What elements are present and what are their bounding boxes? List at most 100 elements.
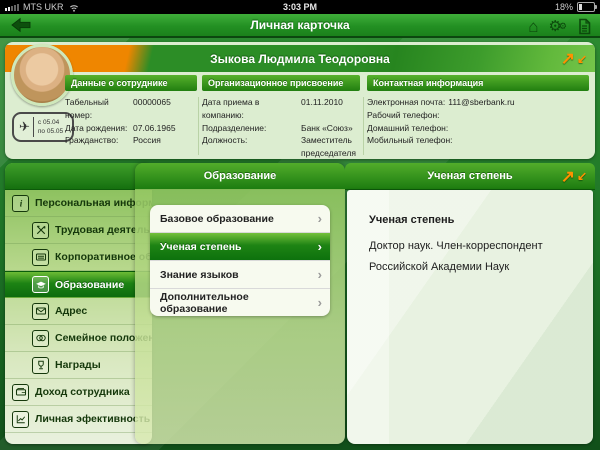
detail-line: Доктор наук. Член-корреспондент xyxy=(369,236,573,257)
detail-card: Ученая степень Доктор наук. Член-корресп… xyxy=(347,190,593,444)
org-assignment-panel: Организационное присвоение Дата приема в… xyxy=(202,75,360,159)
sidebar-item-label: Доход сотрудника xyxy=(35,386,130,398)
info-row: Дата рождения:07.06.1965 xyxy=(65,122,197,135)
sidebar-item-personal-performance[interactable]: Личная эфективность xyxy=(5,406,152,433)
detail-panel: Ученая степень ↗ ↙ Ученая степень Доктор… xyxy=(345,163,595,444)
info-row: Мобильный телефон: xyxy=(367,134,589,147)
submenu-body: Базовое образование › Ученая степень › З… xyxy=(135,189,345,444)
submenu-list: Базовое образование › Ученая степень › З… xyxy=(150,205,330,316)
row-label: Дата приема в компанию: xyxy=(202,96,301,122)
row-label: Табельный номер: xyxy=(65,96,133,122)
row-value: 111@sberbank.ru xyxy=(448,96,514,109)
wallet-icon xyxy=(12,384,29,401)
chart-icon xyxy=(12,411,29,428)
chevron-right-icon: › xyxy=(318,211,322,226)
app-screen: MTS UKR 3:03 PM 18% Личная карточка ⌂ ⚙⚙ xyxy=(0,0,600,450)
trophy-icon xyxy=(32,357,49,374)
chevron-right-icon: › xyxy=(318,295,322,310)
panel-title: Организационное присвоение xyxy=(202,75,360,91)
sidebar-header xyxy=(5,163,152,190)
info-row: Дата приема в компанию:01.11.2010 xyxy=(202,96,360,122)
row-label: Мобильный телефон: xyxy=(367,134,453,147)
detail-title-label: Ученая степень xyxy=(427,170,512,182)
submenu-title: Образование xyxy=(135,163,345,190)
training-icon xyxy=(32,249,49,266)
submenu-item-additional-education[interactable]: Дополнительное образование › xyxy=(150,289,330,316)
arrow-down-left-icon: ↙ xyxy=(577,53,587,65)
submenu-item-label: Знание языков xyxy=(160,269,239,281)
rings-icon xyxy=(32,330,49,347)
detail-heading: Ученая степень xyxy=(369,214,573,226)
row-label: Рабочий телефон: xyxy=(367,109,440,122)
document-icon xyxy=(577,18,592,35)
work-icon xyxy=(32,222,49,239)
info-row: Гражданство:Россия xyxy=(65,134,197,147)
submenu-item-academic-degree[interactable]: Ученая степень › xyxy=(150,233,330,261)
sidebar-item-employee-income[interactable]: Доход сотрудника xyxy=(5,379,152,406)
row-label: Дата рождения: xyxy=(65,122,133,135)
home-button[interactable]: ⌂ xyxy=(528,18,538,35)
info-row: Электронная почта:111@sberbank.ru xyxy=(367,96,589,109)
badge-divider xyxy=(33,117,34,137)
row-label: Подразделение: xyxy=(202,122,301,135)
info-row: Домашний телефон: xyxy=(367,122,589,135)
svg-text:i: i xyxy=(19,198,22,208)
sidebar-item-work-activity[interactable]: Трудовая деятельность xyxy=(5,217,152,244)
sidebar-item-personal-info[interactable]: i Персональная информация xyxy=(5,190,152,217)
avatar xyxy=(11,44,73,106)
envelope-icon xyxy=(32,303,49,320)
row-label: Электронная почта: xyxy=(367,96,445,109)
collapse-detail-button[interactable]: ↗ ↙ xyxy=(561,163,587,189)
row-value: Россия xyxy=(133,134,161,147)
employee-data-panel: Данные о сотруднике Табельный номер:0000… xyxy=(65,75,197,147)
arrow-up-right-icon: ↗ xyxy=(561,168,575,185)
sidebar-item-education[interactable]: Образование xyxy=(5,271,152,298)
row-value: 00000065 xyxy=(133,96,171,122)
submenu-item-languages[interactable]: Знание языков › xyxy=(150,261,330,289)
info-row: Подразделение:Банк «Союз» xyxy=(202,122,360,135)
info-row: Табельный номер:00000065 xyxy=(65,96,197,122)
battery-icon xyxy=(577,2,595,12)
submenu-item-basic-education[interactable]: Базовое образование › xyxy=(150,205,330,233)
profile-header-card: Зыкова Людмила Теодоровна ↗ ↙ ✈ с 05.04 … xyxy=(5,42,595,159)
sidebar-item-awards[interactable]: Награды xyxy=(5,352,152,379)
panel-title: Контактная информация xyxy=(367,75,589,91)
row-label: Домашний телефон: xyxy=(367,122,448,135)
panel-title: Данные о сотруднике xyxy=(65,75,197,91)
arrow-down-left-icon: ↙ xyxy=(577,170,587,182)
education-submenu-panel: Образование Базовое образование › Ученая… xyxy=(135,163,345,444)
employee-name-band: Зыкова Людмила Теодоровна ↗ ↙ xyxy=(5,45,595,72)
vacation-from: с 05.04 xyxy=(38,119,59,126)
row-value: Банк «Союз» xyxy=(301,122,360,135)
submenu-item-label: Дополнительное образование xyxy=(160,291,318,315)
row-value: 07.06.1965 xyxy=(133,122,176,135)
document-button[interactable] xyxy=(577,18,592,35)
detail-title: Ученая степень ↗ ↙ xyxy=(345,163,595,190)
collapse-header-button[interactable]: ↗ ↙ xyxy=(561,45,587,72)
panel-divider xyxy=(363,97,364,155)
info-row: Рабочий телефон: xyxy=(367,109,589,122)
sidebar-item-label: Образование xyxy=(55,279,124,291)
sidebar-item-address[interactable]: Адрес xyxy=(5,298,152,325)
submenu-item-label: Базовое образование xyxy=(160,213,274,225)
row-label: Гражданство: xyxy=(65,134,133,147)
arrow-up-right-icon: ↗ xyxy=(561,50,575,67)
back-button[interactable] xyxy=(8,16,34,34)
status-bar: MTS UKR 3:03 PM 18% xyxy=(0,0,600,14)
info-icon: i xyxy=(12,195,29,212)
education-icon xyxy=(32,276,49,293)
info-row: Должность:Заместитель председателя правл… xyxy=(202,134,360,159)
settings-button[interactable]: ⚙⚙ xyxy=(548,19,567,34)
sidebar-item-label: Награды xyxy=(55,359,101,371)
sidebar-item-corporate-training[interactable]: Корпоративное обучение xyxy=(5,244,152,271)
airplane-icon: ✈ xyxy=(19,119,30,135)
sidebar-item-label: Адрес xyxy=(55,305,87,317)
vacation-to: по 05.05 xyxy=(38,128,63,135)
sidebar-item-label: Личная эфективность xyxy=(35,413,150,425)
sidebar-menu: i Персональная информация Трудовая деяте… xyxy=(5,163,152,444)
chevron-right-icon: › xyxy=(318,239,322,254)
row-value: 01.11.2010 xyxy=(301,96,360,122)
page-title: Личная карточка xyxy=(0,18,600,32)
sidebar-item-family-status[interactable]: Семейное положение xyxy=(5,325,152,352)
clock-label: 3:03 PM xyxy=(0,2,600,12)
